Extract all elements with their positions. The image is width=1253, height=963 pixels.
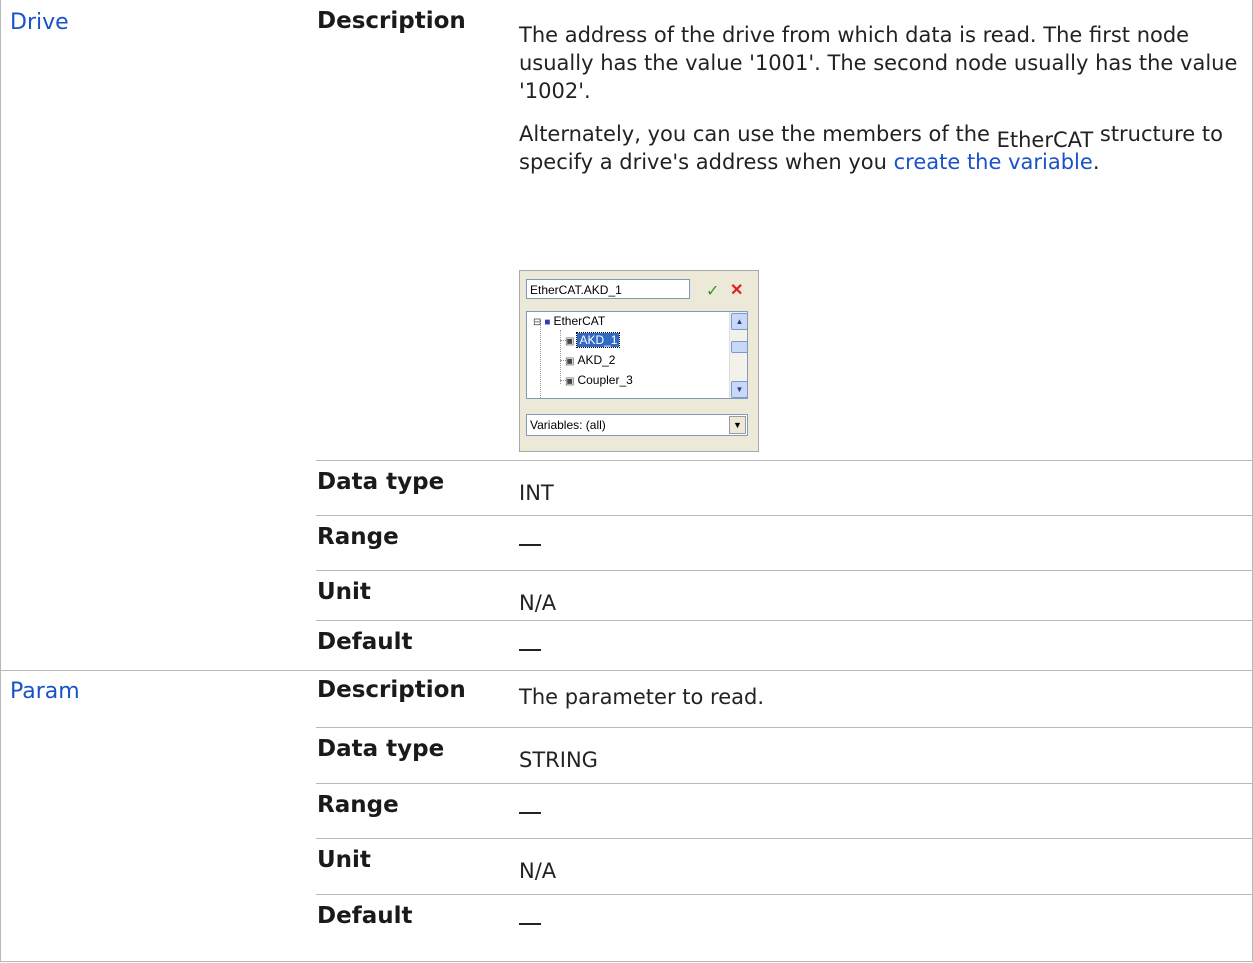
- label-unit: Unit: [317, 579, 371, 605]
- tree-item-label: AKD_1: [576, 332, 621, 348]
- scroll-thumb[interactable]: [731, 341, 747, 353]
- tree-item-akd-1[interactable]: ▣ AKD_1: [565, 332, 621, 348]
- label-unit: Unit: [317, 847, 371, 873]
- variable-icon: ▣: [565, 356, 575, 367]
- desc-p2-pre: Alternately, you can use the members of …: [519, 122, 997, 146]
- row-unit: Unit N/A: [316, 570, 1252, 621]
- row-range: Range: [316, 783, 1252, 839]
- param-name-drive: Drive: [10, 10, 69, 35]
- variable-name-input[interactable]: EtherCAT.AKD_1: [526, 279, 690, 299]
- variable-tree[interactable]: ⊟ ■ EtherCAT ▣ AKD_1 ▣ AKD_2 ▣ Coupler_3 ▲: [526, 311, 748, 399]
- tree-item-label: AKD_2: [577, 353, 616, 367]
- variable-filter-select[interactable]: Variables: (all) ▼: [526, 414, 748, 436]
- row-unit: Unit N/A: [316, 838, 1252, 895]
- tree-item-ethercat[interactable]: ⊟ ■ EtherCAT: [533, 313, 605, 329]
- row-datatype: Data type STRING: [316, 727, 1252, 784]
- param-name-param: Param: [10, 679, 80, 704]
- param-section-param: Param Description The parameter to read.…: [1, 671, 1252, 961]
- variable-icon: ▣: [565, 376, 575, 387]
- parameter-table: Drive Description The address of the dri…: [0, 0, 1253, 962]
- value-datatype: STRING: [519, 748, 598, 772]
- value-unit: N/A: [519, 859, 557, 883]
- label-default: Default: [317, 629, 413, 655]
- variable-selector-widget: EtherCAT.AKD_1 ✓ ✕ ⊟■EtherCAT ▣AKD_1: [519, 270, 759, 452]
- row-default: Default: [316, 894, 1252, 962]
- desc-p2-sub: EtherCAT: [996, 128, 1094, 152]
- value-unit: N/A: [519, 591, 557, 615]
- desc-p2-end: .: [1092, 150, 1100, 174]
- close-icon[interactable]: ✕: [730, 280, 743, 300]
- tree-item-label: Coupler_3: [577, 373, 633, 387]
- collapse-icon[interactable]: ⊟: [533, 315, 541, 331]
- folder-icon: ■: [544, 317, 551, 328]
- label-range: Range: [317, 792, 399, 818]
- tree-item-label: EtherCAT: [553, 314, 606, 328]
- value-default: [519, 649, 541, 651]
- value-description: The parameter to read.: [519, 685, 764, 709]
- tree-item-akd-2[interactable]: ▣ AKD_2: [565, 352, 615, 368]
- label-default: Default: [317, 903, 413, 929]
- row-range: Range: [316, 515, 1252, 571]
- tree-item-coupler-3[interactable]: ▣ Coupler_3: [565, 372, 633, 388]
- tree-connector: [540, 320, 541, 398]
- row-default: Default: [316, 620, 1252, 671]
- description-text: The address of the drive from which data…: [519, 21, 1247, 176]
- variable-icon: ▣: [565, 336, 575, 347]
- label-description: Description: [317, 8, 466, 34]
- value-range: [519, 544, 541, 546]
- create-variable-link[interactable]: create the variable: [894, 150, 1093, 174]
- value-datatype: INT: [519, 481, 554, 505]
- dropdown-arrow-icon[interactable]: ▼: [729, 416, 746, 434]
- row-description: Description The address of the drive fro…: [316, 0, 1252, 460]
- description-paragraph-1: The address of the drive from which data…: [519, 23, 1238, 103]
- value-range: [519, 812, 541, 814]
- check-icon[interactable]: ✓: [706, 281, 719, 301]
- description-paragraph-2: Alternately, you can use the members of …: [519, 120, 1247, 176]
- tree-scrollbar[interactable]: ▲ ▼: [729, 312, 747, 398]
- row-datatype: Data type INT: [316, 460, 1252, 516]
- tree-connector: [560, 330, 561, 384]
- label-description: Description: [317, 677, 466, 703]
- chevron-down-icon[interactable]: ▼: [731, 381, 747, 398]
- param-section-drive: Drive Description The address of the dri…: [1, 0, 1252, 671]
- row-description: Description The parameter to read.: [316, 671, 1252, 727]
- label-datatype: Data type: [317, 736, 445, 762]
- value-default: [519, 923, 541, 925]
- label-range: Range: [317, 524, 399, 550]
- chevron-up-icon[interactable]: ▲: [731, 313, 747, 330]
- filter-value: Variables: (all): [530, 418, 606, 432]
- label-datatype: Data type: [317, 469, 445, 495]
